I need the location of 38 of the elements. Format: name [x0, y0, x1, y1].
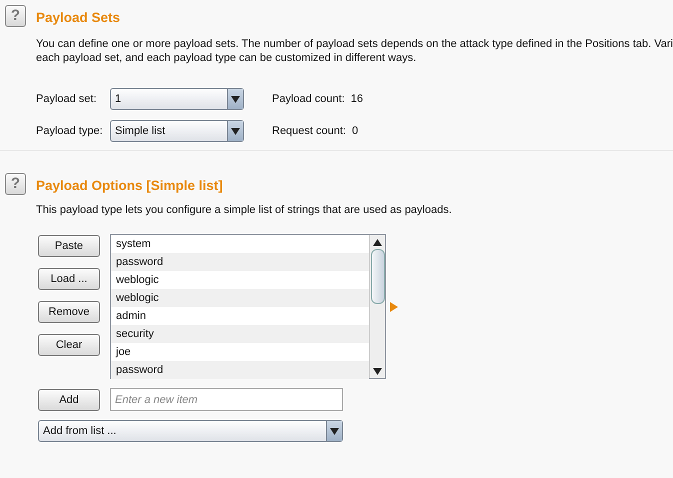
field-label: Payload type:	[36, 124, 104, 139]
expand-arrow-icon[interactable]	[390, 302, 398, 312]
info-value: 16	[350, 92, 364, 107]
list-item[interactable]: system	[111, 235, 369, 254]
scroll-up-arrow-icon	[373, 238, 382, 246]
info-label: Payload count:	[272, 92, 345, 107]
list-action-button[interactable]: Load ...	[38, 268, 100, 290]
info-value: 0	[352, 124, 358, 139]
description-text: each payload set, and each payload type can be customized in different ways.	[36, 51, 418, 66]
list-item[interactable]: admin	[111, 307, 369, 326]
scrollbar-thumb[interactable]	[370, 249, 384, 304]
list-action-button[interactable]: Remove	[38, 301, 100, 324]
list-item[interactable]: password	[111, 253, 369, 272]
dropdown-arrow-icon	[231, 96, 240, 103]
list-item[interactable]: weblogic	[111, 271, 369, 290]
dropdown-select[interactable]: 1	[110, 88, 244, 110]
new-item-field[interactable]: Enter a new item	[110, 388, 343, 412]
list-action-button[interactable]: Clear	[38, 334, 100, 356]
add-button[interactable]: Add	[38, 388, 100, 411]
field-label: Payload set:	[36, 92, 98, 107]
add-from-list-dropdown[interactable]: Add from list ...	[38, 420, 343, 442]
section-title: Payload Options [Simple list]	[36, 177, 223, 195]
description-text: You can define one or more payload sets. The number of payload sets depends on the attack type defined in the Positions tab. Vari	[36, 37, 673, 52]
help-icon[interactable]: ?	[5, 173, 26, 195]
list-item[interactable]: security	[111, 325, 369, 344]
dropdown-arrow-icon	[330, 428, 339, 435]
help-icon[interactable]: ?	[5, 5, 26, 27]
list-item[interactable]: weblogic	[111, 289, 369, 308]
scrollbar[interactable]	[369, 235, 385, 378]
dropdown-select[interactable]: Simple list	[110, 120, 244, 142]
info-label: Request count:	[272, 124, 346, 139]
section-title: Payload Sets	[36, 9, 120, 27]
list-action-button[interactable]: Paste	[38, 235, 100, 258]
description-text: This payload type lets you configure a simple list of strings that are used as payloads.	[36, 203, 453, 218]
list-item[interactable]: password	[111, 361, 369, 380]
scroll-down-arrow-icon	[373, 368, 382, 375]
dropdown-arrow-icon	[231, 128, 240, 135]
list-item[interactable]: joe	[111, 343, 369, 362]
